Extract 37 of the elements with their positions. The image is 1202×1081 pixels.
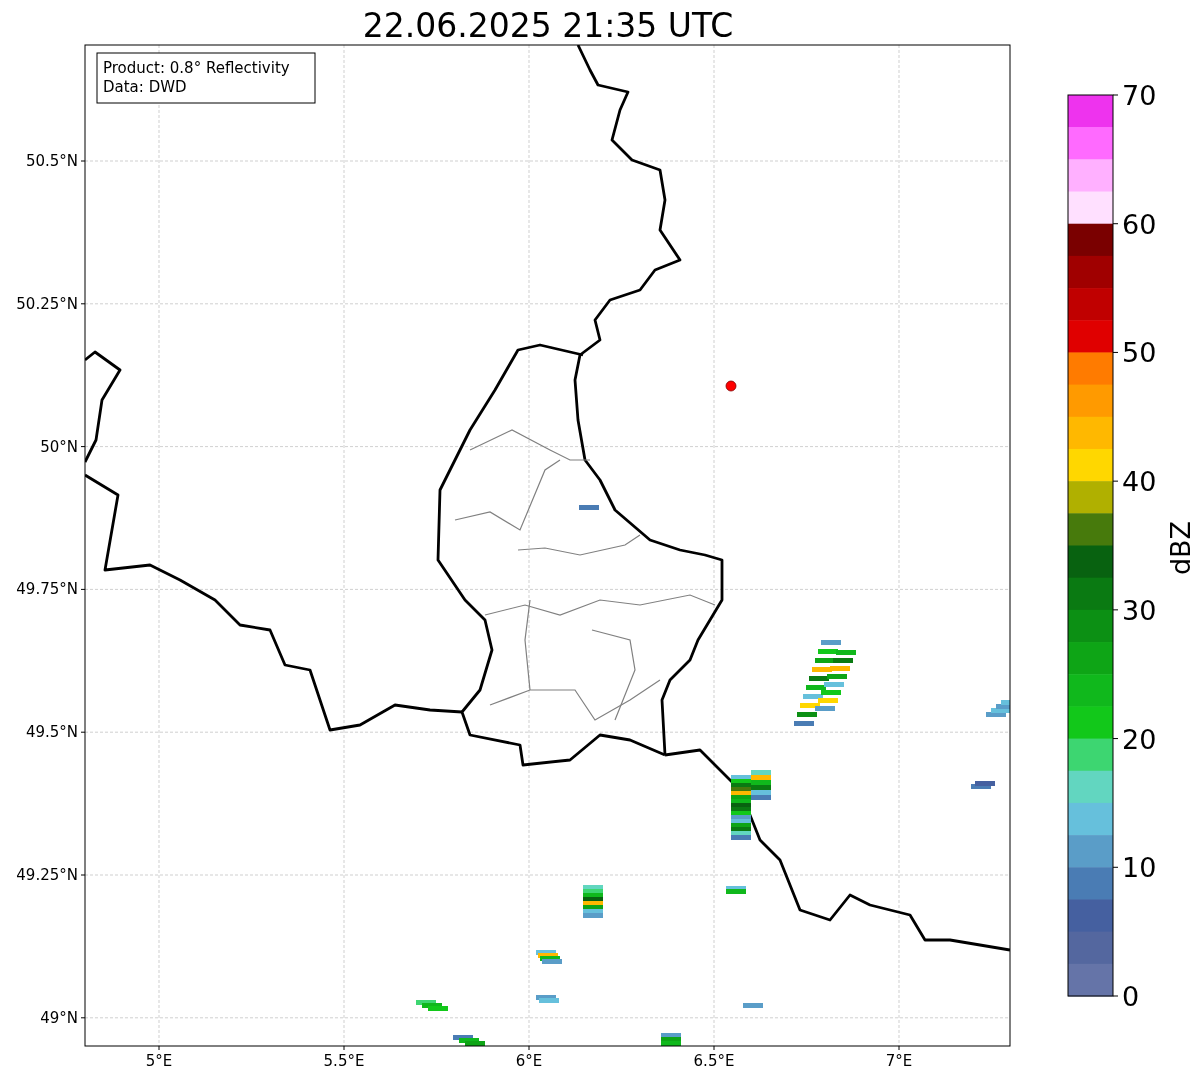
location-marker <box>725 380 737 392</box>
radar-echo <box>536 950 562 964</box>
longitude-label: 6.5°E <box>693 1052 735 1070</box>
colorbar-label: 50 <box>1122 337 1157 369</box>
colorbar-label: 30 <box>1122 594 1157 626</box>
colorbar-label: 70 <box>1122 80 1157 111</box>
latitude-label: 50.25°N <box>16 294 78 313</box>
longitude-label: 5°E <box>145 1052 173 1070</box>
radar-echo <box>726 886 746 894</box>
latitude-label: 49°N <box>40 1008 78 1027</box>
radar-echo <box>743 1003 763 1008</box>
latitude-label: 49.5°N <box>25 723 78 742</box>
radar-echo <box>661 1033 681 1046</box>
latitude-label: 49.75°N <box>16 580 78 599</box>
info-text: Data: DWD <box>103 78 187 96</box>
colorbar-label: 10 <box>1122 852 1157 884</box>
radar-echo <box>416 1000 448 1011</box>
latitude-label: 50.5°N <box>25 152 78 170</box>
radar-echo <box>579 505 599 510</box>
colorbar-label: 20 <box>1122 723 1157 755</box>
radar-echo <box>986 700 1010 717</box>
colorbar-title: dBZ <box>1165 520 1196 576</box>
longitude-label: 6°E <box>515 1052 543 1070</box>
latitude-label: 50°N <box>40 437 78 456</box>
radar-echo <box>453 1035 485 1046</box>
radar-echo <box>583 885 603 918</box>
info-text: Product: 0.8° Reflectivity <box>103 59 290 77</box>
longitude-label: 7°E <box>885 1052 913 1070</box>
radar-echo <box>815 650 856 711</box>
colorbar-label: 40 <box>1122 466 1157 498</box>
latitude-label: 49.25°N <box>16 866 78 884</box>
longitude-label: 5.5°E <box>323 1052 365 1070</box>
radar-echo <box>971 781 995 789</box>
chart-title: 22.06.2025 21:35 UTC <box>362 6 734 45</box>
radar-echo <box>536 995 559 1003</box>
colorbar-label: 60 <box>1122 208 1157 240</box>
colorbar-label: 0 <box>1122 981 1140 1012</box>
